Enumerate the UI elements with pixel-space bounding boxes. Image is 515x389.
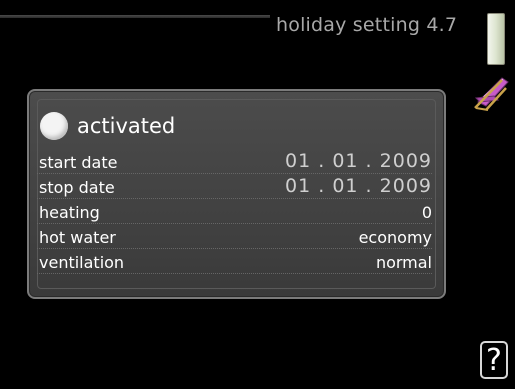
- deck-chair-icon: [474, 77, 509, 111]
- header-divider: [0, 15, 270, 18]
- activated-toggle[interactable]: activated: [40, 109, 175, 143]
- row-label: hot water: [39, 228, 116, 247]
- row-start-date[interactable]: start date 01 . 01 . 2009: [37, 149, 432, 174]
- row-label: ventilation: [39, 253, 125, 272]
- row-label: heating: [39, 203, 100, 222]
- ventilation-value[interactable]: normal: [376, 253, 432, 272]
- holiday-settings-panel: activated start date 01 . 01 . 2009 stop…: [27, 89, 446, 299]
- stop-date-value[interactable]: 01 . 01 . 2009: [285, 175, 432, 197]
- row-hot-water[interactable]: hot water economy: [37, 224, 432, 249]
- start-date-value[interactable]: 01 . 01 . 2009: [285, 150, 432, 172]
- radio-button-icon[interactable]: [40, 112, 68, 140]
- row-label: stop date: [39, 178, 115, 197]
- row-heating[interactable]: heating 0: [37, 199, 432, 224]
- row-ventilation[interactable]: ventilation normal: [37, 249, 432, 274]
- heating-value[interactable]: 0: [422, 203, 432, 222]
- page-title: holiday setting 4.7: [276, 14, 458, 36]
- settings-list: start date 01 . 01 . 2009 stop date 01 .…: [37, 149, 432, 274]
- scrollbar-thumb[interactable]: [487, 13, 505, 65]
- row-label: start date: [39, 153, 118, 172]
- hot-water-value[interactable]: economy: [359, 228, 432, 247]
- help-icon[interactable]: ?: [480, 341, 508, 379]
- row-stop-date[interactable]: stop date 01 . 01 . 2009: [37, 174, 432, 199]
- activated-label: activated: [77, 114, 176, 138]
